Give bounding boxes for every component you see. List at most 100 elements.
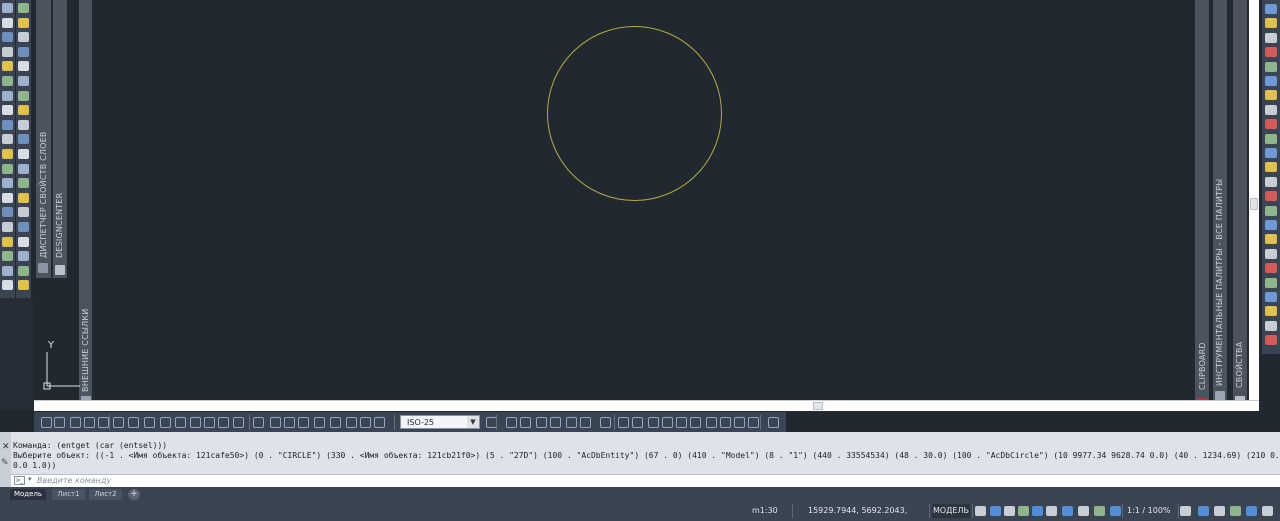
toolbar-tool-icon[interactable] (1265, 320, 1277, 331)
dimension-tool-icon[interactable] (175, 417, 186, 428)
dimension-tool-icon[interactable] (204, 417, 215, 428)
toolbar-tool-icon[interactable] (1265, 47, 1277, 58)
modify-tool-icon[interactable] (18, 46, 29, 57)
dimstyle-select[interactable]: ISO-25 ▼ (400, 415, 480, 429)
status-toggle-icon[interactable] (1078, 506, 1089, 516)
modify-tool-icon[interactable] (18, 236, 29, 247)
designcenter-palette-strip[interactable]: DESIGNCENTER (53, 0, 67, 278)
toolbar-tool-icon[interactable] (1265, 61, 1277, 72)
dimension-tool-icon[interactable] (144, 417, 155, 428)
dimension-tool-icon[interactable] (233, 417, 244, 428)
dimension-tool-icon[interactable] (618, 417, 629, 428)
dimension-tool-icon[interactable] (648, 417, 659, 428)
draw-tool-icon[interactable] (2, 149, 13, 159)
close-icon[interactable]: ✕ (2, 442, 10, 452)
modify-tool-icon[interactable] (18, 105, 29, 116)
tab-layout1[interactable]: Лист1 (52, 489, 85, 500)
status-toggle-icon[interactable] (1004, 506, 1015, 516)
toolbar-tool-icon[interactable] (1265, 191, 1277, 202)
status-toggle-icon[interactable] (1062, 506, 1073, 516)
dimension-tool-icon[interactable] (160, 417, 171, 428)
command-input[interactable]: >_ ▾ Введите команду (11, 474, 1280, 487)
dimension-tool-icon[interactable] (520, 417, 531, 428)
wrench-icon[interactable]: ✎ (1, 458, 9, 468)
draw-tool-icon[interactable] (2, 46, 13, 57)
dimension-tool-icon[interactable] (506, 417, 517, 428)
dimension-tool-icon[interactable] (550, 417, 561, 428)
dimension-tool-icon[interactable] (270, 417, 281, 428)
toolbar-tool-icon[interactable] (1265, 176, 1277, 187)
toolbar-tool-icon[interactable] (1265, 248, 1277, 259)
draw-tool-icon[interactable] (2, 105, 13, 116)
viewport-scale[interactable]: 1:1 / 100% (1127, 504, 1177, 518)
toolbar-tool-icon[interactable] (1265, 119, 1277, 130)
modify-tool-icon[interactable] (18, 207, 29, 218)
layer-properties-palette-strip[interactable]: ДИСПЕТЧЕР СВОЙСТВ СЛОЕВ (36, 0, 51, 278)
dimension-tool-icon[interactable] (84, 417, 95, 428)
modify-tool-icon[interactable] (18, 32, 29, 43)
properties-palette-strip[interactable]: СВОЙСТВА (1233, 0, 1247, 410)
draw-tool-icon[interactable] (2, 192, 13, 203)
modify-tool-icon[interactable] (18, 3, 29, 13)
status-toggle-icon[interactable] (1246, 506, 1257, 516)
draw-tool-icon[interactable] (2, 222, 13, 232)
toolbar-tool-icon[interactable] (1265, 277, 1277, 288)
dimension-tool-icon[interactable] (284, 417, 295, 428)
dimension-tool-icon[interactable] (720, 417, 731, 428)
add-layout-button[interactable]: + (128, 489, 140, 500)
dimension-tool-icon[interactable] (253, 417, 264, 428)
draw-tool-icon[interactable] (2, 280, 13, 291)
status-toggle-icon[interactable] (1094, 506, 1105, 516)
draw-tool-icon[interactable] (2, 251, 13, 262)
draw-tool-icon[interactable] (2, 163, 13, 174)
tool-palettes-strip[interactable]: ИНСТРУМЕНТАЛЬНЫЕ ПАЛИТРЫ - ВСЕ ПАЛИТРЫ (1213, 0, 1227, 404)
modify-tool-icon[interactable] (18, 280, 29, 291)
toolbar-tool-icon[interactable] (1265, 234, 1277, 245)
draw-tool-icon[interactable] (2, 17, 13, 28)
command-prompt-icon[interactable]: >_ (14, 476, 25, 485)
dimension-tool-icon[interactable] (632, 417, 643, 428)
draw-tool-icon[interactable] (2, 61, 13, 72)
status-toggle-icon[interactable] (1032, 506, 1043, 516)
modify-tool-icon[interactable] (18, 134, 29, 145)
dimension-tool-icon[interactable] (98, 417, 109, 428)
dimension-tool-icon[interactable] (768, 417, 779, 428)
toolbar-tool-icon[interactable] (1265, 148, 1277, 158)
dimension-tool-icon[interactable] (298, 417, 309, 428)
toolbar-tool-icon[interactable] (1265, 32, 1277, 43)
horizontal-scrollbar[interactable] (34, 400, 1259, 411)
status-toggle-icon[interactable] (975, 506, 986, 516)
dimension-tool-icon[interactable] (566, 417, 577, 428)
draw-tool-icon[interactable] (2, 76, 13, 86)
toolbar-tool-icon[interactable] (1265, 292, 1277, 302)
draw-tool-icon[interactable] (2, 3, 13, 13)
modify-tool-icon[interactable] (18, 192, 29, 203)
dimension-tool-icon[interactable] (346, 417, 357, 428)
toolbar-tool-icon[interactable] (1265, 205, 1277, 216)
clipboard-palette-strip[interactable]: CLIPBOARD (1195, 0, 1209, 410)
dimension-tool-icon[interactable] (706, 417, 717, 428)
toolbar-tool-icon[interactable] (1265, 335, 1277, 346)
toolbar-tool-icon[interactable] (1265, 306, 1277, 317)
modify-tool-icon[interactable] (18, 119, 29, 130)
toolbar-tool-icon[interactable] (1265, 104, 1277, 115)
tab-layout2[interactable]: Лист2 (89, 489, 122, 500)
toolbar-tool-icon[interactable] (1265, 162, 1277, 173)
status-toggle-icon[interactable] (1018, 506, 1029, 516)
modify-tool-icon[interactable] (18, 265, 29, 276)
dimension-tool-icon[interactable] (128, 417, 139, 428)
draw-tool-icon[interactable] (2, 236, 13, 247)
cursor-coordinates[interactable]: 15929.7944, 5692.2043, 0.0000 (808, 504, 928, 521)
modify-tool-icon[interactable] (18, 61, 29, 72)
dimension-tool-icon[interactable] (190, 417, 201, 428)
modify-tool-icon[interactable] (18, 149, 29, 159)
toolbar-tool-icon[interactable] (1265, 133, 1277, 144)
dimension-tool-icon[interactable] (113, 417, 124, 428)
modify-tool-icon[interactable] (18, 251, 29, 262)
modify-tool-icon[interactable] (18, 163, 29, 174)
draw-tool-icon[interactable] (2, 178, 13, 189)
dimension-tool-icon[interactable] (690, 417, 701, 428)
dimension-tool-icon[interactable] (676, 417, 687, 428)
toolbar-tool-icon[interactable] (1265, 4, 1277, 14)
draw-tool-icon[interactable] (2, 119, 13, 130)
